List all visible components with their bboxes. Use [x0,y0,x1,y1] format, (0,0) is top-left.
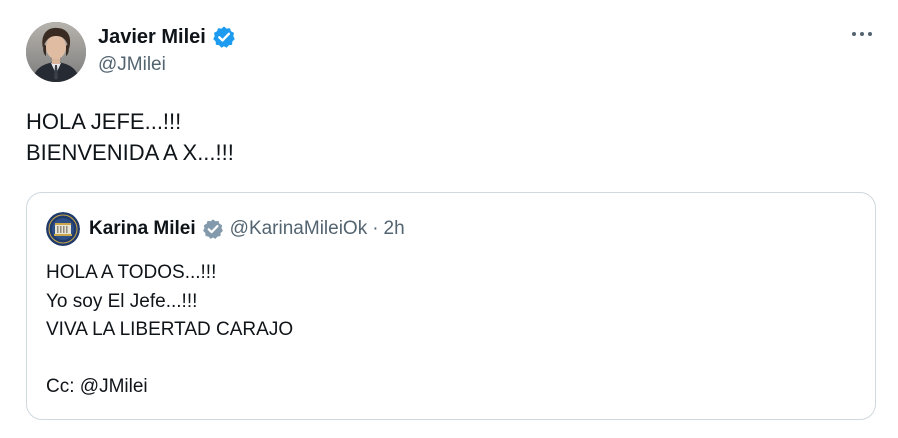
separator-dot: · [372,218,379,239]
quoted-text-line: Cc: @JMilei [46,376,148,397]
quoted-text-line-blank [46,345,293,374]
tweet-text-line: BIENVENIDA A X...!!! [26,140,234,165]
quoted-author-handle[interactable]: @KarinaMileiOk [230,218,368,240]
quoted-text-line: VIVA LA LIBERTAD CARAJO [46,319,294,340]
more-horizontal-icon [852,32,872,36]
quoted-timestamp[interactable]: 2h [384,218,405,240]
verified-badge-icon[interactable] [212,25,236,49]
tweet-text: HOLA JEFE...!!! BIENVENIDA A X...!!! [26,106,234,168]
author-name[interactable]: Javier Milei [98,26,206,49]
quoted-tweet-text: HOLA A TODOS...!!! Yo soy El Jefe...!!! … [46,259,293,402]
quoted-author-name[interactable]: Karina Milei [89,218,196,240]
quoted-header: Karina Milei @KarinaMileiOk · 2h [89,215,405,243]
quoted-author-avatar[interactable] [46,212,80,246]
verified-badge-gray-icon[interactable] [202,218,224,240]
quoted-tweet-card[interactable]: Karina Milei @KarinaMileiOk · 2h HOLA A … [26,192,876,420]
author-handle[interactable]: @JMilei [98,54,166,76]
quoted-text-line: Yo soy El Jefe...!!! [46,290,198,312]
author-name-row: Javier Milei [98,24,236,50]
tweet: Javier Milei @JMilei HOLA JEFE...!!! BIE… [0,0,898,438]
more-options-button[interactable] [848,24,876,44]
tweet-text-line: HOLA JEFE...!!! [26,109,182,134]
author-avatar[interactable] [26,22,86,82]
quoted-text-line: HOLA A TODOS...!!! [46,262,217,283]
